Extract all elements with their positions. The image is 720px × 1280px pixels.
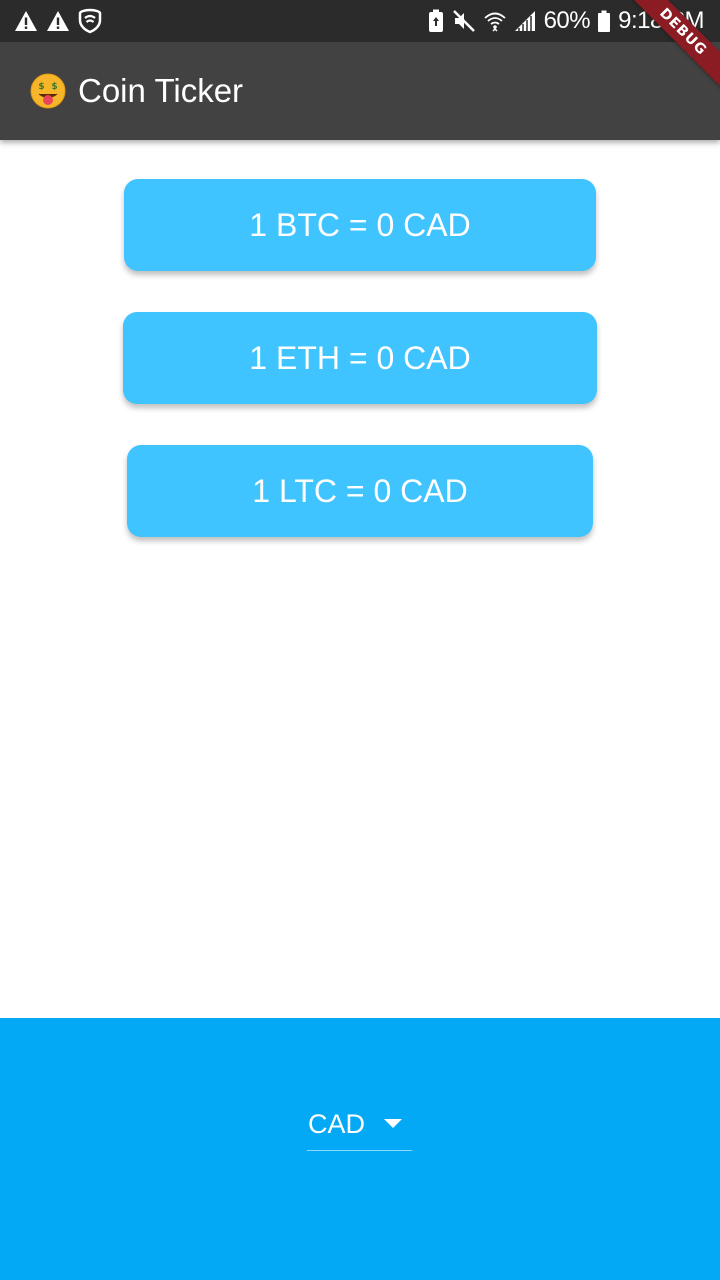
currency-dropdown-value: CAD	[308, 1108, 366, 1139]
currency-dropdown[interactable]: CAD	[307, 1098, 412, 1151]
ticker-label: 1 ETH = 0 CAD	[249, 339, 471, 376]
signal-icon	[514, 10, 536, 32]
ticker-label: 1 BTC = 0 CAD	[249, 206, 471, 243]
ticker-card-btc: 1 BTC = 0 CAD	[124, 179, 596, 271]
warning-icon	[14, 10, 38, 32]
status-bar: 60% 9:18 PM	[0, 0, 720, 42]
battery-percent: 60%	[543, 7, 591, 34]
app-bar: $ $ Coin Ticker	[0, 42, 720, 140]
svg-text:$: $	[51, 82, 57, 92]
status-bar-notifications	[14, 0, 102, 42]
money-mouth-face-icon: $ $	[30, 73, 66, 109]
page-title: Coin Ticker	[78, 72, 244, 109]
battery-icon	[598, 10, 611, 32]
ticker-card-eth: 1 ETH = 0 CAD	[123, 312, 597, 404]
wifi-icon	[483, 10, 506, 32]
dropdown-arrow-icon	[384, 1119, 402, 1128]
mute-icon	[452, 9, 476, 33]
warning-icon	[46, 10, 70, 32]
ticker-card-ltc: 1 LTC = 0 CAD	[127, 445, 593, 537]
svg-text:$: $	[38, 82, 44, 92]
app-title-group: $ $ Coin Ticker	[30, 72, 243, 110]
app-screen: 60% 9:18 PM DEBUG $ $ Coin Ticker	[0, 0, 720, 1280]
ticker-label: 1 LTC = 0 CAD	[252, 472, 468, 509]
battery-saver-icon	[428, 9, 444, 33]
shield-icon	[78, 8, 102, 34]
